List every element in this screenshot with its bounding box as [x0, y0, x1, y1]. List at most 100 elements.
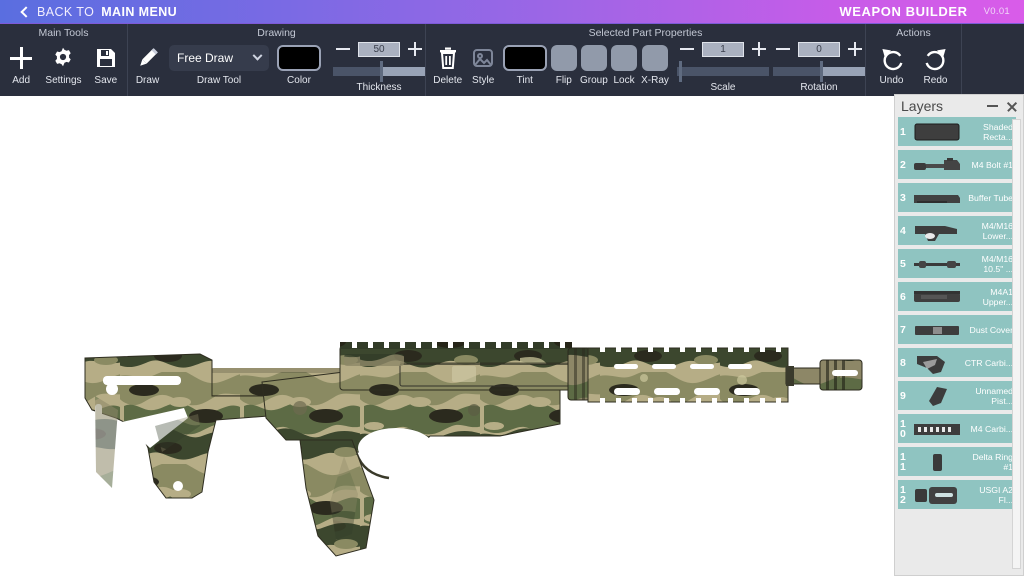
layer-thumbnail: [911, 482, 963, 507]
layer-row[interactable]: 11Delta Ring #1: [898, 447, 1016, 476]
layer-thumbnail: [911, 119, 963, 144]
weapon-part-delta-ring: [568, 348, 590, 400]
save-label: Save: [94, 75, 117, 86]
redo-label: Redo: [924, 75, 948, 86]
title-right-group: WEAPON BUILDER V0.01: [839, 4, 1010, 19]
xray-button[interactable]: X-Ray: [639, 41, 671, 86]
color-label: Color: [287, 75, 311, 86]
group-label: Group: [580, 75, 608, 86]
rotation-value[interactable]: 0: [798, 42, 840, 57]
layers-list[interactable]: 1Shaded Recta... 2M4 Bolt #1 3 Buffer Tube 4…: [898, 117, 1016, 572]
flip-icon[interactable]: [551, 45, 577, 71]
weapon-part-dust-cover: [400, 362, 580, 386]
thickness-label: Thickness: [356, 82, 401, 93]
layer-row[interactable]: 6 M4A1 Upper...: [898, 282, 1016, 311]
weapon-render: [0, 96, 894, 576]
style-button[interactable]: Style: [465, 41, 500, 86]
rotation-stepper: 0: [776, 41, 862, 57]
layer-row[interactable]: 2M4 Bolt #1: [898, 150, 1016, 179]
rotation-slider[interactable]: [773, 64, 865, 78]
xray-label: X-Ray: [641, 75, 669, 86]
toolbar-group-selected-part-properties: Selected Part Properties Delete Style Ti…: [426, 24, 866, 97]
scale-increase-button[interactable]: [752, 42, 766, 56]
layer-row[interactable]: 10M4 Carbi...: [898, 414, 1016, 443]
group-title-selected-part-properties: Selected Part Properties: [426, 27, 865, 39]
redo-arrow-icon: [923, 41, 949, 75]
app-version: V0.01: [984, 6, 1010, 17]
thickness-increase-button[interactable]: [408, 42, 422, 56]
tint-picker[interactable]: Tint: [501, 41, 549, 86]
scale-decrease-button[interactable]: [680, 42, 694, 56]
save-button[interactable]: Save: [85, 41, 127, 86]
layer-name: Delta Ring #1: [963, 452, 1016, 472]
layer-row[interactable]: 8 CTR Carbi...: [898, 348, 1016, 377]
layer-row[interactable]: 7Dust Cover: [898, 315, 1016, 344]
flip-label: Flip: [556, 75, 572, 86]
layer-number: 7: [898, 325, 911, 335]
lock-icon[interactable]: [611, 45, 637, 71]
draw-button[interactable]: Draw: [134, 41, 161, 86]
image-icon: [471, 41, 495, 75]
layer-thumbnail: [911, 251, 963, 276]
draw-tool-dropdown[interactable]: Free Draw: [169, 45, 269, 71]
layer-number: 8: [898, 358, 911, 368]
close-icon[interactable]: [1006, 101, 1017, 112]
group-button[interactable]: Group: [579, 41, 609, 86]
layer-number: 12: [898, 485, 911, 505]
layer-name: CTR Carbi...: [963, 358, 1016, 368]
tint-label: Tint: [517, 75, 533, 86]
tint-swatch[interactable]: [503, 45, 547, 71]
draw-tool-select[interactable]: Free Draw Draw Tool: [169, 41, 269, 86]
add-button[interactable]: Add: [0, 41, 42, 86]
lock-button[interactable]: Lock: [609, 41, 639, 86]
layer-number: 2: [898, 160, 911, 170]
scale-value[interactable]: 1: [702, 42, 744, 57]
weapon-part-flash-hider: [820, 360, 862, 390]
settings-button[interactable]: Settings: [42, 41, 84, 86]
layers-scrollbar[interactable]: [1012, 119, 1021, 569]
layer-number: 3: [898, 193, 911, 203]
undo-button[interactable]: Undo: [870, 41, 914, 86]
scale-label: Scale: [710, 82, 735, 93]
back-to-label: BACK TO: [37, 5, 94, 19]
layer-row[interactable]: 4M4/M16 Lower...: [898, 216, 1016, 245]
layer-row[interactable]: 3 Buffer Tube: [898, 183, 1016, 212]
weapon-canvas[interactable]: [0, 96, 894, 576]
layer-thumbnail: [911, 218, 963, 243]
color-swatch[interactable]: [277, 45, 321, 71]
layer-row[interactable]: 1Shaded Recta...: [898, 117, 1016, 146]
flip-button[interactable]: Flip: [549, 41, 579, 86]
layer-name: Unnamed Pist...: [963, 386, 1016, 406]
layer-name: M4A1 Upper...: [963, 287, 1016, 307]
rotation-increase-button[interactable]: [848, 42, 862, 56]
thickness-control: 50 Thickness: [333, 41, 425, 93]
minimize-icon[interactable]: [987, 105, 998, 107]
color-picker[interactable]: Color: [277, 41, 321, 86]
layer-number: 6: [898, 292, 911, 302]
back-to-main-menu-button[interactable]: BACK TO MAIN MENU: [22, 0, 177, 23]
thickness-decrease-button[interactable]: [336, 42, 350, 56]
toolbar-group-actions: Actions Undo Redo: [866, 24, 962, 97]
layer-thumbnail: [911, 383, 963, 408]
thickness-slider[interactable]: [333, 64, 425, 78]
toolbar: Main Tools Add Settings Save Drawing: [0, 23, 1024, 96]
layer-name: M4 Carbi...: [963, 424, 1016, 434]
redo-button[interactable]: Redo: [914, 41, 958, 86]
xray-icon[interactable]: [642, 45, 668, 71]
thickness-stepper: 50: [336, 41, 422, 57]
rotation-decrease-button[interactable]: [776, 42, 790, 56]
layer-row[interactable]: 5M4/M16 10.5" ...: [898, 249, 1016, 278]
add-label: Add: [12, 75, 30, 86]
layer-thumbnail: [911, 317, 963, 342]
thickness-value[interactable]: 50: [358, 42, 400, 57]
group-icon[interactable]: [581, 45, 607, 71]
delete-button[interactable]: Delete: [430, 41, 465, 86]
layer-name: Buffer Tube: [963, 193, 1016, 203]
layer-row[interactable]: 12USGI A2 Fl...: [898, 480, 1016, 509]
layer-thumbnail: [911, 185, 963, 210]
layer-row[interactable]: 9Unnamed Pist...: [898, 381, 1016, 410]
layer-thumbnail: [911, 350, 963, 375]
picatinny-rail-upper: [340, 342, 572, 349]
scale-slider[interactable]: [677, 64, 769, 78]
layer-thumbnail: [911, 284, 963, 309]
